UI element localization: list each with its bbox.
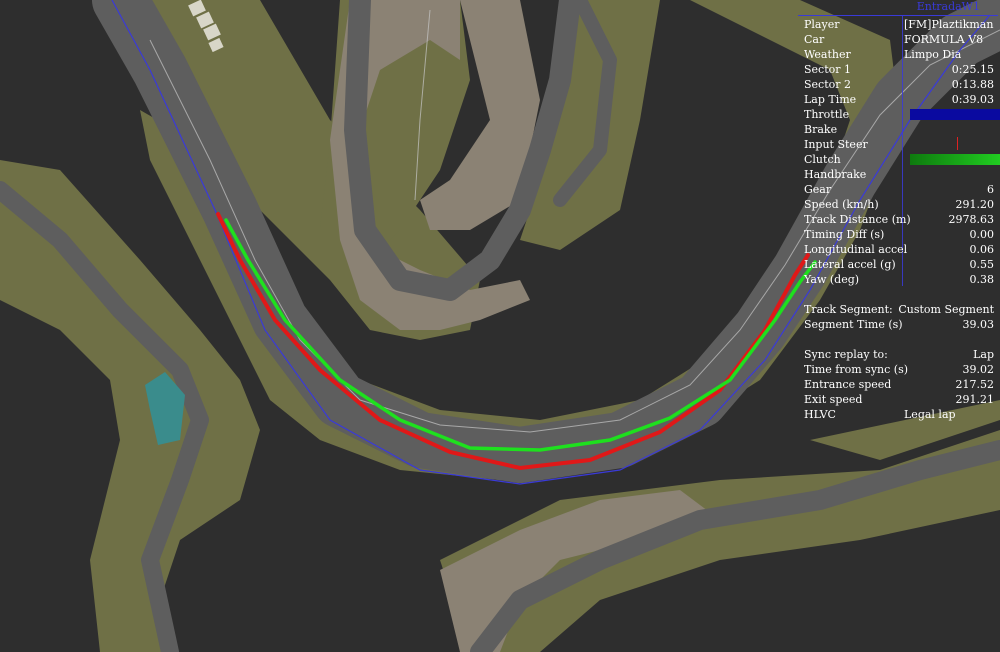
telemetry-row-yaw-deg: Yaw (deg) 0.38 (804, 272, 1000, 287)
telemetry-row-track-segment: Track Segment: Custom Segment (804, 302, 1000, 317)
telemetry-value: 0:39.03 (951, 93, 994, 106)
telemetry-value: Custom Segment (898, 303, 994, 316)
telemetry-value: 0.38 (969, 273, 995, 286)
telemetry-label: HLVC (804, 408, 836, 421)
telemetry-value: 0.00 (969, 228, 995, 241)
telemetry-row-gear: Gear 6 (804, 182, 1000, 197)
telemetry-value: FORMULA V8 (904, 33, 984, 46)
telemetry-value: 0.06 (969, 243, 995, 256)
telemetry-row-sync-replay-to: Sync replay to: Lap (804, 347, 1000, 362)
telemetry-label: Longitudinal accel (804, 243, 908, 256)
telemetry-label: Sector 1 (804, 63, 852, 76)
steer-marker (957, 137, 958, 150)
telemetry-row-hlvc: HLVC Legal lap (804, 407, 1000, 422)
telemetry-row-weather: Weather Limpo Dia (804, 47, 1000, 62)
telemetry-row-time-from-sync-s: Time from sync (s) 39.02 (804, 362, 1000, 377)
telemetry-value: Limpo Dia (904, 48, 962, 61)
clutch-bar (910, 154, 1000, 165)
telemetry-row-blank (804, 332, 1000, 347)
telemetry-row-track-distance-m: Track Distance (m) 2978.63 (804, 212, 1000, 227)
telemetry-label: Exit speed (804, 393, 863, 406)
telemetry-value: 291.20 (955, 198, 995, 211)
telemetry-row-segment-time-s: Segment Time (s) 39.03 (804, 317, 1000, 332)
telemetry-label: Track Distance (m) (804, 213, 911, 226)
telemetry-value: 39.02 (962, 363, 995, 376)
telemetry-label: Sector 2 (804, 78, 852, 91)
telemetry-label: Weather (804, 48, 851, 61)
telemetry-label: Clutch (804, 153, 841, 166)
telemetry-value: 0:25.15 (951, 63, 994, 76)
telemetry-value: 217.52 (955, 378, 995, 391)
telemetry-label: Car (804, 33, 825, 46)
telemetry-label: Player (804, 18, 840, 31)
telemetry-row-lateral-accel-g: Lateral accel (g) 0.55 (804, 257, 1000, 272)
telemetry-value: 2978.63 (948, 213, 995, 226)
telemetry-row-longitudinal-accel: Longitudinal accel 0.06 (804, 242, 1000, 257)
telemetry-row-input-steer: Input Steer (804, 137, 1000, 152)
telemetry-row-handbrake: Handbrake (804, 167, 1000, 182)
telemetry-value: Lap (973, 348, 994, 361)
telemetry-row-speed-km-h: Speed (km/h) 291.20 (804, 197, 1000, 212)
telemetry-label: Yaw (deg) (804, 273, 860, 286)
throttle-bar (910, 109, 1000, 120)
panel-header-divider (798, 15, 998, 16)
telemetry-row-player: Player [FM]Plaztikman (804, 17, 1000, 32)
telemetry-label: Gear (804, 183, 832, 196)
telemetry-label: Segment Time (s) (804, 318, 903, 331)
telemetry-value: 291.21 (955, 393, 995, 406)
telemetry-row-clutch: Clutch (804, 152, 1000, 167)
telemetry-value: 0:13.88 (951, 78, 994, 91)
telemetry-value: Legal lap (904, 408, 956, 421)
telemetry-value: 0.55 (969, 258, 995, 271)
telemetry-row-car: Car FORMULA V8 (804, 32, 1000, 47)
telemetry-value: [FM]Plaztikman (904, 18, 994, 31)
telemetry-row-throttle: Throttle (804, 107, 1000, 122)
telemetry-row-timing-diff-s: Timing Diff (s) 0.00 (804, 227, 1000, 242)
panel-header: EntradaW1 (916, 0, 980, 13)
telemetry-label: Track Segment: (804, 303, 893, 316)
telemetry-row-blank (804, 287, 1000, 302)
telemetry-row-lap-time: Lap Time 0:39.03 (804, 92, 1000, 107)
telemetry-label: Handbrake (804, 168, 867, 181)
telemetry-label: Speed (km/h) (804, 198, 879, 211)
telemetry-label: Lap Time (804, 93, 857, 106)
telemetry-label: Timing Diff (s) (804, 228, 885, 241)
telemetry-label: Brake (804, 123, 838, 136)
telemetry-label: Entrance speed (804, 378, 892, 391)
telemetry-panel: EntradaW1 Player [FM]Plaztikman Car FORMULA… (798, 0, 1000, 430)
telemetry-label: Throttle (804, 108, 850, 121)
telemetry-label: Sync replay to: (804, 348, 888, 361)
telemetry-row-brake: Brake (804, 122, 1000, 137)
telemetry-value: 6 (987, 183, 994, 196)
telemetry-row-exit-speed: Exit speed 291.21 (804, 392, 1000, 407)
telemetry-row-entrance-speed: Entrance speed 217.52 (804, 377, 1000, 392)
telemetry-label: Input Steer (804, 138, 868, 151)
telemetry-label: Time from sync (s) (804, 363, 909, 376)
telemetry-value: 39.03 (962, 318, 995, 331)
telemetry-row-sector-1: Sector 1 0:25.15 (804, 62, 1000, 77)
telemetry-label: Lateral accel (g) (804, 258, 896, 271)
telemetry-row-sector-2: Sector 2 0:13.88 (804, 77, 1000, 92)
